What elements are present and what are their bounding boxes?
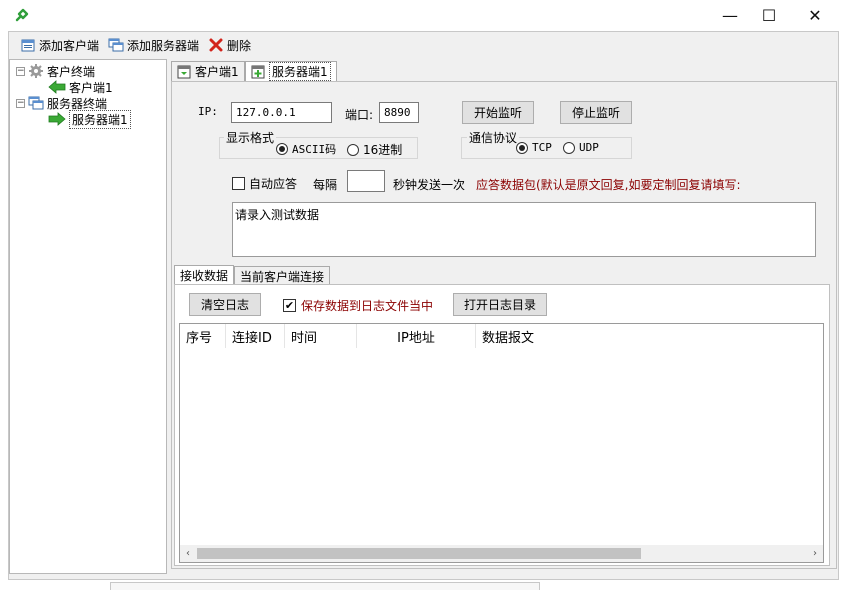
tab-label: 接收数据 (180, 269, 229, 283)
proto-udp-label: UDP (579, 141, 599, 154)
column-header[interactable]: 时间 (285, 324, 357, 348)
scroll-left-icon[interactable]: ‹ (182, 547, 194, 560)
terminal-tree: − 客户终端 客户端1 − 服务器终端 服务器端1 (9, 59, 167, 574)
column-header[interactable]: IP地址 (357, 324, 476, 348)
server-tab-page: IP: 端口: 开始监听 停止监听 显示格式 ASCII码 16进制 通信协议 … (171, 81, 837, 569)
arrow-left-icon (48, 80, 66, 94)
save-to-file-option[interactable]: ✔ 保存数据到日志文件当中 (283, 297, 433, 314)
every-label: 每隔 (313, 178, 338, 192)
background-window-edge (110, 582, 540, 590)
delete-x-icon (209, 38, 223, 52)
tab-label: 当前客户端连接 (240, 269, 325, 284)
arrow-right-icon (48, 112, 66, 126)
window-icon (177, 65, 191, 78)
tree-node-server-1[interactable]: 服务器端1 (48, 109, 131, 129)
proto-udp-option[interactable]: UDP (563, 141, 599, 154)
save-to-file-label: 保存数据到日志文件当中 (301, 299, 434, 313)
received-data-page: 清空日志 ✔ 保存数据到日志文件当中 打开日志目录 序号 连接ID 时间 IP地… (174, 284, 830, 566)
port-input[interactable] (379, 102, 419, 123)
interval-suffix-label: 秒钟发送一次 (393, 178, 466, 192)
tree-label-client-1: 客户端1 (69, 80, 113, 95)
radio-tcp[interactable] (516, 141, 528, 154)
tab-received-data[interactable]: 接收数据 (174, 265, 235, 285)
ip-input[interactable] (231, 102, 332, 123)
tab-label: 客户端1 (195, 65, 239, 79)
stop-listen-button[interactable]: 停止监听 (560, 101, 632, 124)
windows-stack-icon (108, 38, 124, 52)
add-client-label: 添加客户端 (39, 38, 100, 53)
tree-label-server-1: 服务器端1 (69, 109, 131, 129)
protocol-title: 通信协议 (467, 129, 520, 146)
tree-node-clients[interactable]: − 客户终端 (16, 63, 95, 79)
reply-data-textarea[interactable]: 请录入测试数据 (232, 202, 816, 257)
window-add-icon (251, 65, 265, 78)
tree-label-clients: 客户终端 (47, 64, 96, 79)
tab-server-1[interactable]: 服务器端1 (245, 61, 337, 81)
port-label: 端口: (345, 108, 374, 122)
main-window-client: 添加客户端 添加服务器端 删除 − 客户终端 客户端1 − 服务器终端 服务器端… (8, 31, 839, 580)
format-ascii-label: ASCII码 (292, 143, 337, 156)
column-header[interactable]: 连接ID (226, 324, 285, 348)
delete-button[interactable]: 删除 (205, 34, 254, 56)
add-server-button[interactable]: 添加服务器端 (105, 34, 202, 56)
radio-udp[interactable] (563, 141, 575, 154)
scrollbar-thumb[interactable] (197, 548, 641, 559)
tab-current-connections[interactable]: 当前客户端连接 (234, 266, 331, 285)
horizontal-scrollbar[interactable]: ‹ › (180, 545, 823, 562)
reply-hint-label: 应答数据包(默认是原文回复,如要定制回复请填写: (476, 178, 741, 192)
interval-input[interactable] (347, 170, 385, 192)
log-list-view[interactable]: 序号 连接ID 时间 IP地址 数据报文 ‹ › (179, 323, 824, 563)
add-client-button[interactable]: 添加客户端 (17, 34, 102, 56)
maximize-button[interactable]: ☐ (746, 0, 792, 31)
format-hex-label: 16进制 (363, 143, 403, 157)
start-listen-button[interactable]: 开始监听 (462, 101, 534, 124)
proto-tcp-label: TCP (532, 141, 552, 154)
reply-data-text: 请录入测试数据 (235, 208, 320, 222)
ip-label: IP: (198, 105, 218, 118)
radio-hex[interactable] (347, 143, 359, 156)
column-header[interactable]: 数据报文 (476, 324, 576, 348)
save-to-file-checkbox[interactable]: ✔ (283, 299, 296, 312)
window-add-icon (21, 39, 35, 52)
add-server-label: 添加服务器端 (127, 38, 200, 53)
gear-icon (29, 64, 43, 78)
collapse-toggle[interactable]: − (16, 66, 25, 76)
app-icon (15, 8, 29, 22)
tree-node-client-1[interactable]: 客户端1 (48, 79, 113, 95)
auto-reply-checkbox[interactable] (232, 177, 245, 190)
proto-tcp-option[interactable]: TCP (516, 141, 552, 154)
column-header[interactable]: 序号 (180, 324, 226, 348)
windows-stack-icon (28, 96, 44, 110)
close-button[interactable]: ✕ (792, 0, 838, 31)
auto-reply-label: 自动应答 (249, 177, 298, 191)
clear-log-button[interactable]: 清空日志 (189, 293, 261, 316)
radio-ascii[interactable] (276, 143, 288, 155)
title-bar: — ☐ ✕ (0, 0, 846, 31)
open-log-dir-button[interactable]: 打开日志目录 (453, 293, 547, 316)
tab-label: 服务器端1 (269, 62, 331, 81)
scroll-right-icon[interactable]: › (809, 547, 821, 560)
collapse-toggle[interactable]: − (16, 98, 25, 108)
format-hex-option[interactable]: 16进制 (347, 141, 402, 158)
delete-label: 删除 (227, 38, 252, 53)
tab-client-1[interactable]: 客户端1 (171, 61, 245, 81)
display-format-title: 显示格式 (224, 129, 277, 146)
format-ascii-option[interactable]: ASCII码 (276, 141, 336, 157)
auto-reply-option[interactable]: 自动应答 (232, 175, 297, 192)
